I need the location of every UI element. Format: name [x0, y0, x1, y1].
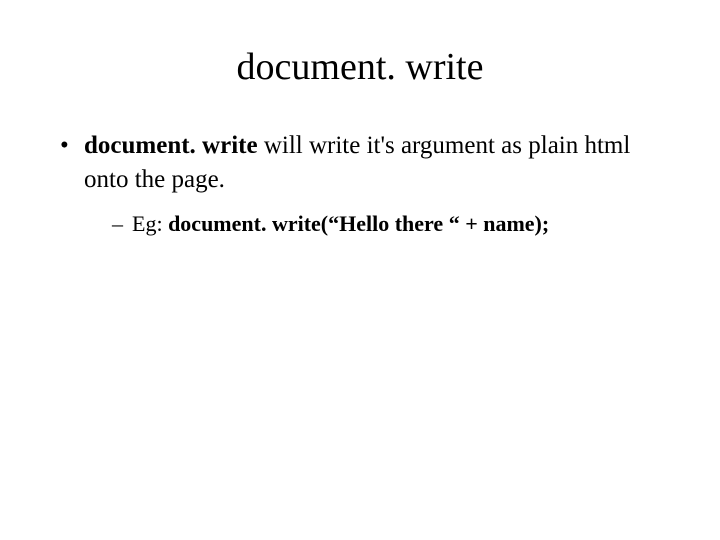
- sub-prefix: Eg:: [132, 211, 168, 236]
- bullet-list: document. write will write it's argument…: [50, 129, 670, 238]
- bullet-item-1: document. write will write it's argument…: [60, 129, 670, 238]
- sub-list: Eg: document. write(“Hello there “ + nam…: [84, 209, 670, 239]
- bullet-bold-prefix: document. write: [84, 132, 258, 159]
- slide-title: document. write: [50, 45, 670, 89]
- sub-bold: document. write(“Hello there “ + name);: [168, 211, 549, 236]
- sub-item-1: Eg: document. write(“Hello there “ + nam…: [112, 209, 670, 239]
